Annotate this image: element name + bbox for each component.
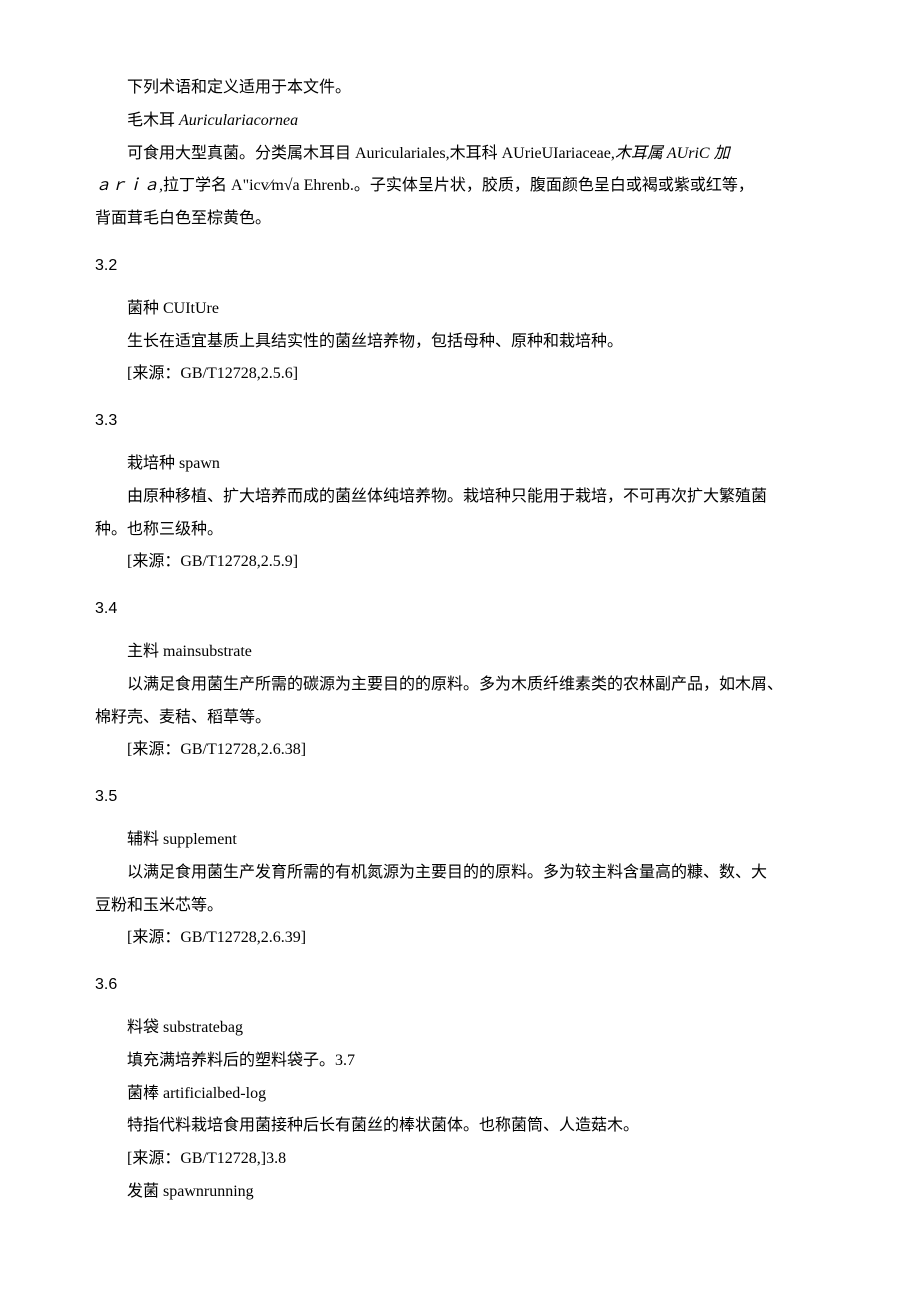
def-line: 生长在适宜基质上具结实性的菌丝培养物，包括母种、原种和栽培种。 <box>95 328 825 357</box>
term-line: 菌棒 artificialbed-log <box>95 1080 825 1109</box>
source-line: [来源：GB/T12728,2.6.39] <box>95 924 825 953</box>
section-number: 3.6 <box>95 971 825 1000</box>
term-line: 菌种 CUItUre <box>95 295 825 324</box>
term-line: 毛木耳 Auriculariacornea <box>95 107 825 136</box>
def-text-a: 可食用大型真菌。分类属木耳目 Auriculariales,木耳科 AUrieU… <box>127 145 615 162</box>
term-line: 料袋 substratebag <box>95 1014 825 1043</box>
def-line: ａｒｉａ,拉丁学名 A"icv⁄m√a Ehrenb.。子实体呈片状，胶质，腹面… <box>95 172 825 201</box>
section-number: 3.5 <box>95 783 825 812</box>
source-line: [来源：GB/T12728,2.5.6] <box>95 360 825 389</box>
source-line: [来源：GB/T12728,2.5.9] <box>95 548 825 577</box>
term-cn: 毛木耳 <box>127 112 175 129</box>
def-text-d: 拉丁学名 A"icv⁄m√a Ehrenb.。子实体呈片状，胶质，腹面颜色呈白或… <box>163 177 754 194</box>
def-line: 背面茸毛白色至棕黄色。 <box>95 205 825 234</box>
section-number: 3.2 <box>95 252 825 281</box>
def-line: 特指代料栽培食用菌接种后长有菌丝的棒状菌体。也称菌筒、人造菇木。 <box>95 1112 825 1141</box>
term-line: 发菌 spawnrunning <box>95 1178 825 1207</box>
source-line: [来源：GB/T12728,2.6.38] <box>95 736 825 765</box>
term-line: 辅料 supplement <box>95 826 825 855</box>
intro-line: 下列术语和定义适用于本文件。 <box>95 74 825 103</box>
def-line: 种。也称三级种。 <box>95 516 825 545</box>
def-line: 可食用大型真菌。分类属木耳目 Auriculariales,木耳科 AUrieU… <box>95 140 825 169</box>
def-text-c: ａｒｉａ, <box>95 177 163 194</box>
def-line: 豆粉和玉米芯等。 <box>95 892 825 921</box>
source-line: [来源：GB/T12728,]3.8 <box>95 1145 825 1174</box>
term-line: 栽培种 spawn <box>95 450 825 479</box>
def-text-b: 木耳属 AUriC 加 <box>615 145 730 162</box>
document-page: 下列术语和定义适用于本文件。 毛木耳 Auriculariacornea 可食用… <box>0 0 920 1251</box>
def-line: 由原种移植、扩大培养而成的菌丝体纯培养物。栽培种只能用于栽培，不可再次扩大繁殖菌 <box>95 483 825 512</box>
def-line: 以满足食用菌生产发育所需的有机氮源为主要目的的原料。多为较主料含量高的糠、数、大 <box>95 859 825 888</box>
term-line: 主料 mainsubstrate <box>95 638 825 667</box>
section-number: 3.3 <box>95 407 825 436</box>
def-line: 以满足食用菌生产所需的碳源为主要目的的原料。多为木质纤维素类的农林副产品，如木屑… <box>95 671 825 700</box>
term-latin: Auriculariacornea <box>179 112 298 129</box>
section-number: 3.4 <box>95 595 825 624</box>
def-line: 棉籽壳、麦秸、稻草等。 <box>95 704 825 733</box>
def-line: 填充满培养料后的塑料袋子。3.7 <box>95 1047 825 1076</box>
